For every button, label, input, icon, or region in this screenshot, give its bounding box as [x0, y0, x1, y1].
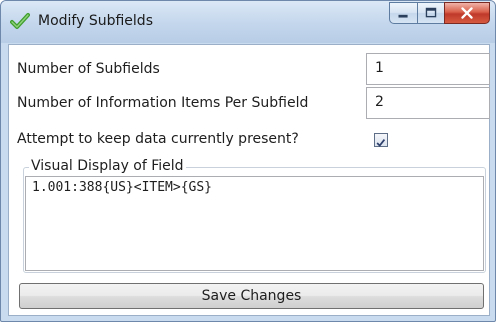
window-title: Modify Subfields [38, 13, 153, 29]
minimize-icon [398, 14, 408, 18]
keep-data-label: Attempt to keep data currently present? [17, 131, 299, 147]
subfields-count-input[interactable]: 1 [366, 53, 490, 85]
green-check-icon [10, 13, 30, 29]
items-per-subfield-input[interactable]: 2 [366, 87, 490, 119]
items-per-subfield-label: Number of Information Items Per Subfield [17, 95, 309, 111]
dialog-window: Modify Subfields Number of Subfields 1 N… [0, 0, 496, 322]
title-bar[interactable]: Modify Subfields [1, 1, 495, 43]
minimize-button[interactable] [389, 2, 418, 24]
dialog-content: Number of Subfields 1 Number of Informat… [8, 44, 490, 316]
subfields-count-label: Number of Subfields [17, 61, 160, 77]
close-icon [461, 7, 473, 19]
close-button[interactable] [444, 2, 490, 24]
checkmark-icon [376, 139, 386, 147]
maximize-icon [425, 7, 437, 18]
save-changes-button[interactable]: Save Changes [19, 283, 484, 309]
visual-display-textarea[interactable]: 1.001:388{US}<ITEM>{GS} [25, 176, 484, 271]
keep-data-checkbox[interactable] [374, 133, 388, 147]
maximize-button[interactable] [417, 2, 445, 24]
visual-display-label: Visual Display of Field [29, 158, 186, 174]
